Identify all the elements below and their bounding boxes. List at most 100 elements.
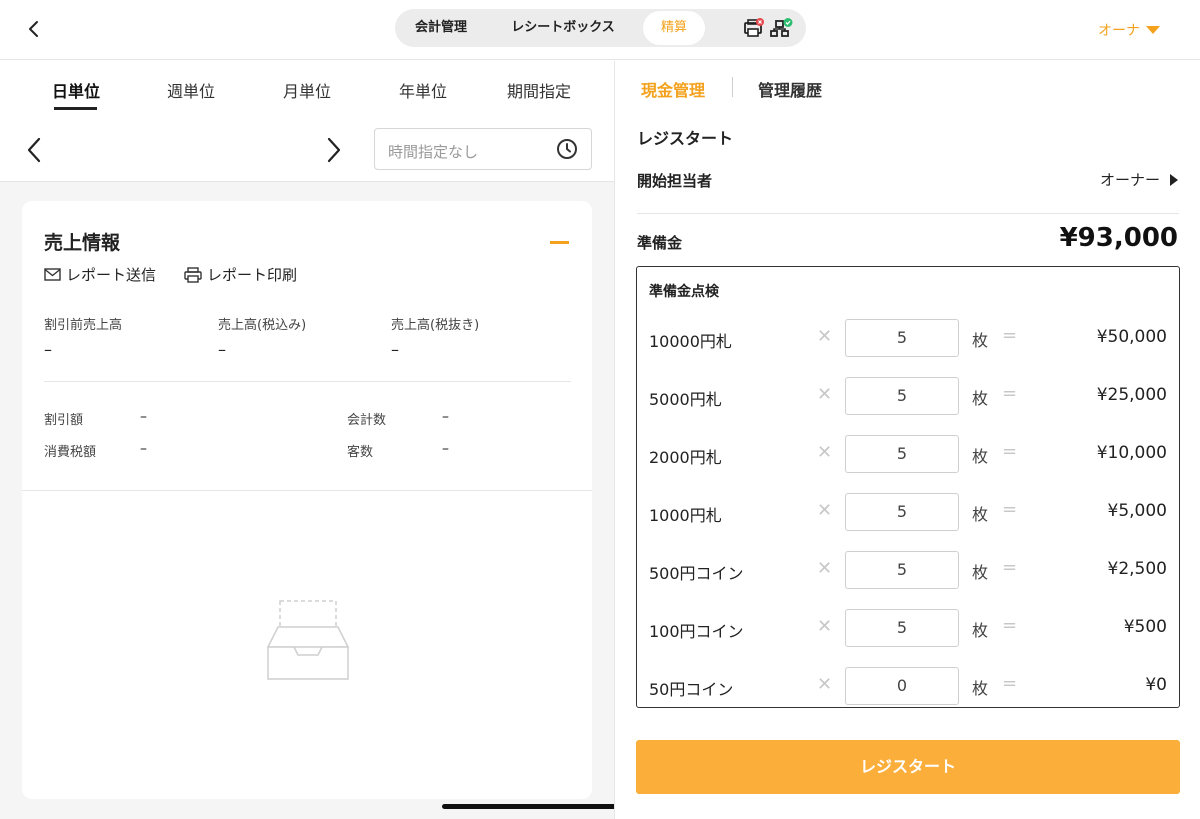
quantity-input[interactable]: 0 bbox=[845, 667, 959, 705]
denomination-name: 500円コイン bbox=[649, 564, 744, 583]
starter-selector[interactable]: オーナー bbox=[1100, 169, 1178, 190]
starter-label: 開始担当者 bbox=[637, 172, 713, 190]
metric-value: – bbox=[44, 340, 52, 359]
previous-period-icon[interactable] bbox=[22, 135, 46, 169]
unit-label: 枚 bbox=[972, 679, 989, 698]
tab-daily[interactable]: 日単位 bbox=[52, 78, 100, 102]
time-filter-placeholder: 時間指定なし bbox=[388, 143, 479, 161]
clock-icon bbox=[556, 138, 578, 164]
denomination-amount: ¥10,000 bbox=[1096, 443, 1167, 463]
denomination-amount: ¥50,000 bbox=[1096, 327, 1167, 347]
tab-custom-range[interactable]: 期間指定 bbox=[507, 78, 571, 102]
reserve-fund-label: 準備金 bbox=[637, 234, 683, 252]
metric-label: 客数 bbox=[347, 445, 374, 460]
times-icon: ✕ bbox=[817, 442, 833, 463]
equals-icon: = bbox=[1002, 325, 1018, 346]
tab-separator bbox=[732, 77, 733, 97]
segment-receipt-box[interactable]: レシートボックス bbox=[507, 9, 619, 47]
quantity-input[interactable]: 5 bbox=[845, 551, 959, 589]
denomination-name: 10000円札 bbox=[649, 332, 732, 351]
time-filter-field[interactable]: 時間指定なし bbox=[374, 128, 592, 170]
print-report-button[interactable]: レポート印刷 bbox=[184, 264, 297, 285]
network-ok-icon[interactable] bbox=[770, 18, 794, 42]
unit-label: 枚 bbox=[972, 563, 989, 582]
register-start-button[interactable]: レジスタート bbox=[636, 740, 1180, 794]
equals-icon: = bbox=[1002, 615, 1018, 636]
quantity-input[interactable]: 5 bbox=[845, 377, 959, 415]
denomination-name: 5000円札 bbox=[649, 390, 722, 409]
times-icon: ✕ bbox=[817, 500, 833, 521]
mode-segmented-control: 会計管理 レシートボックス 精算 bbox=[395, 9, 806, 47]
metric-value: – bbox=[391, 340, 399, 359]
equals-icon: = bbox=[1002, 557, 1018, 578]
denomination-name: 50円コイン bbox=[649, 680, 734, 699]
unit-label: 枚 bbox=[972, 389, 989, 408]
metric-value: – bbox=[442, 409, 449, 425]
segment-accounting[interactable]: 会計管理 bbox=[407, 9, 475, 47]
metric-label: 割引額 bbox=[44, 413, 84, 428]
quantity-input[interactable]: 5 bbox=[845, 319, 959, 357]
next-period-icon[interactable] bbox=[322, 135, 346, 169]
tab-weekly[interactable]: 週単位 bbox=[167, 78, 215, 102]
metric-value: – bbox=[140, 409, 147, 425]
divider bbox=[22, 490, 592, 491]
minus-icon[interactable] bbox=[550, 241, 569, 244]
metric-value: – bbox=[140, 441, 147, 457]
denomination-row: 1000円札 ✕ 5 枚 = ¥5,000 bbox=[637, 492, 1179, 532]
printer-error-icon[interactable] bbox=[743, 18, 765, 42]
triangle-right-icon bbox=[1170, 173, 1178, 186]
check-panel-title: 準備金点検 bbox=[649, 284, 719, 300]
equals-icon: = bbox=[1002, 441, 1018, 462]
metric-value: – bbox=[442, 441, 449, 457]
empty-tray-icon bbox=[266, 599, 350, 681]
active-tab-indicator bbox=[54, 107, 97, 110]
quantity-input[interactable]: 5 bbox=[845, 493, 959, 531]
starter-value: オーナー bbox=[1099, 171, 1160, 189]
denomination-name: 2000円札 bbox=[649, 448, 722, 467]
unit-label: 枚 bbox=[972, 447, 989, 466]
chevron-left-icon[interactable] bbox=[20, 14, 50, 44]
metric-value: – bbox=[218, 340, 226, 359]
denomination-amount: ¥2,500 bbox=[1107, 559, 1167, 579]
denomination-amount: ¥500 bbox=[1123, 617, 1167, 637]
print-report-label: レポート印刷 bbox=[207, 266, 298, 284]
denomination-row: 5000円札 ✕ 5 枚 = ¥25,000 bbox=[637, 376, 1179, 416]
equals-icon: = bbox=[1002, 499, 1018, 520]
send-report-button[interactable]: レポート送信 bbox=[44, 264, 156, 285]
times-icon: ✕ bbox=[817, 326, 833, 347]
equals-icon: = bbox=[1002, 383, 1018, 404]
tab-cash-management[interactable]: 現金管理 bbox=[641, 77, 705, 101]
metric-label: 売上高(税込み) bbox=[218, 318, 307, 333]
unit-label: 枚 bbox=[972, 505, 989, 524]
triangle-down-icon bbox=[1146, 26, 1160, 34]
metric-label: 消費税額 bbox=[44, 445, 97, 460]
tab-monthly[interactable]: 月単位 bbox=[283, 78, 331, 102]
denomination-amount: ¥25,000 bbox=[1096, 385, 1167, 405]
quantity-input[interactable]: 5 bbox=[845, 609, 959, 647]
quantity-input[interactable]: 5 bbox=[845, 435, 959, 473]
equals-icon: = bbox=[1002, 673, 1018, 694]
divider bbox=[637, 213, 1179, 214]
owner-menu-label: オーナ bbox=[1098, 23, 1140, 39]
reserve-fund-value: ¥93,000 bbox=[1059, 223, 1178, 253]
metric-label: 売上高(税抜き) bbox=[391, 318, 480, 333]
times-icon: ✕ bbox=[817, 384, 833, 405]
unit-label: 枚 bbox=[972, 621, 989, 640]
times-icon: ✕ bbox=[817, 616, 833, 637]
printer-icon bbox=[184, 266, 202, 283]
segment-settlement[interactable]: 精算 bbox=[643, 11, 705, 45]
times-icon: ✕ bbox=[817, 558, 833, 579]
denomination-amount: ¥0 bbox=[1145, 675, 1167, 695]
denomination-amount: ¥5,000 bbox=[1107, 501, 1167, 521]
metric-label: 割引前売上高 bbox=[44, 318, 123, 333]
denomination-row: 10000円札 ✕ 5 枚 = ¥50,000 bbox=[637, 318, 1179, 358]
tab-yearly[interactable]: 年単位 bbox=[399, 78, 447, 102]
denomination-name: 1000円札 bbox=[649, 506, 722, 525]
tab-management-history[interactable]: 管理履歴 bbox=[758, 77, 822, 101]
owner-menu[interactable]: オーナ bbox=[1098, 20, 1160, 40]
sales-card-title: 売上情報 bbox=[44, 232, 121, 254]
register-start-heading: レジスタート bbox=[637, 129, 734, 148]
left-pane: 日単位 週単位 月単位 年単位 期間指定 時間指定なし 売上情報 レポート送信 … bbox=[0, 61, 758, 819]
send-report-label: レポート送信 bbox=[66, 266, 157, 284]
denomination-name: 100円コイン bbox=[649, 622, 744, 641]
